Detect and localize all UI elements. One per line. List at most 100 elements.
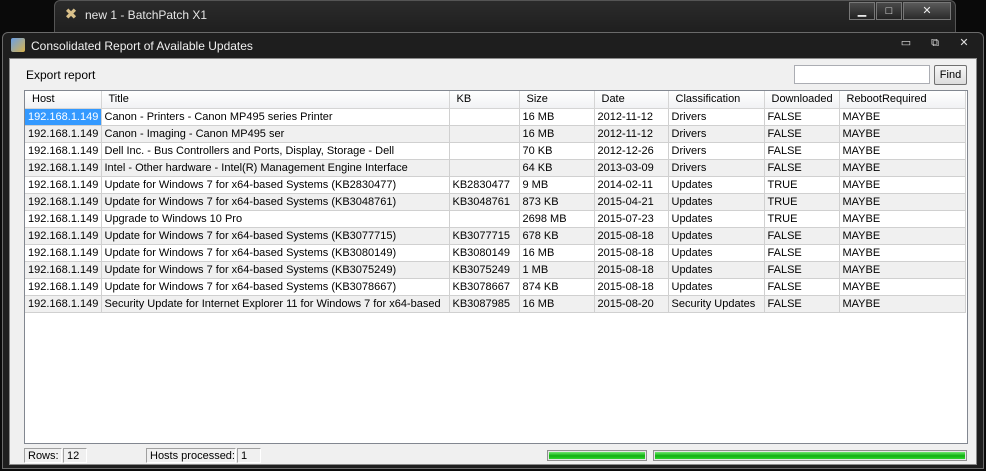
cell-downloaded[interactable]: FALSE [764, 278, 840, 296]
titlebar[interactable]: Consolidated Report of Available Updates… [3, 33, 983, 57]
cell-reboot-required[interactable]: MAYBE [839, 108, 966, 126]
cell-title[interactable]: Intel - Other hardware - Intel(R) Manage… [101, 159, 450, 177]
cell-host[interactable]: 192.168.1.149 [25, 125, 102, 143]
column-header-kb[interactable]: KB [449, 91, 520, 109]
cell-size[interactable]: 9 MB [519, 176, 595, 194]
maximize-icon[interactable]: □ [876, 2, 902, 20]
cell-host[interactable]: 192.168.1.149 [25, 142, 102, 160]
table-row[interactable]: 192.168.1.149 Update for Windows 7 for x6… [25, 176, 966, 194]
cell-date[interactable]: 2014-02-11 [594, 176, 669, 194]
cell-reboot-required[interactable]: MAYBE [839, 159, 966, 177]
cell-kb[interactable]: KB3075249 [449, 261, 520, 279]
cell-size[interactable]: 16 MB [519, 244, 595, 262]
table-row[interactable]: 192.168.1.149 Update for Windows 7 for x6… [25, 244, 966, 262]
cell-title[interactable]: Update for Windows 7 for x64-based Syste… [101, 244, 450, 262]
minimize-icon[interactable]: ▁ [849, 2, 875, 20]
cell-downloaded[interactable]: TRUE [764, 210, 840, 228]
cell-title[interactable]: Update for Windows 7 for x64-based Syste… [101, 193, 450, 211]
cell-title[interactable]: Update for Windows 7 for x64-based Syste… [101, 176, 450, 194]
cell-date[interactable]: 2012-11-12 [594, 108, 669, 126]
cell-kb[interactable]: KB3080149 [449, 244, 520, 262]
column-header-reboot-required[interactable]: RebootRequired [839, 91, 966, 109]
cell-size[interactable]: 64 KB [519, 159, 595, 177]
cell-host[interactable]: 192.168.1.149 [25, 108, 102, 126]
cell-classification[interactable]: Updates [668, 227, 765, 245]
cell-host[interactable]: 192.168.1.149 [25, 295, 102, 313]
cell-size[interactable]: 678 KB [519, 227, 595, 245]
cell-title[interactable]: Canon - Imaging - Canon MP495 ser [101, 125, 450, 143]
cell-classification[interactable]: Updates [668, 244, 765, 262]
cell-downloaded[interactable]: FALSE [764, 261, 840, 279]
cell-classification[interactable]: Updates [668, 210, 765, 228]
column-header-size[interactable]: Size [519, 91, 595, 109]
cell-date[interactable]: 2015-08-18 [594, 244, 669, 262]
table-row[interactable]: 192.168.1.149 Update for Windows 7 for x6… [25, 227, 966, 245]
cell-downloaded[interactable]: FALSE [764, 295, 840, 313]
cell-kb[interactable]: KB3078667 [449, 278, 520, 296]
minimize-icon[interactable]: ▭ [893, 35, 919, 52]
cell-downloaded[interactable]: FALSE [764, 244, 840, 262]
restore-icon[interactable]: ⧉ [922, 35, 948, 52]
cell-title[interactable]: Update for Windows 7 for x64-based Syste… [101, 261, 450, 279]
cell-title[interactable]: Canon - Printers - Canon MP495 series Pr… [101, 108, 450, 126]
cell-host[interactable]: 192.168.1.149 [25, 278, 102, 296]
cell-host[interactable]: 192.168.1.149 [25, 227, 102, 245]
column-header-host[interactable]: Host [25, 91, 102, 109]
cell-date[interactable]: 2013-03-09 [594, 159, 669, 177]
cell-reboot-required[interactable]: MAYBE [839, 261, 966, 279]
cell-kb[interactable]: KB3077715 [449, 227, 520, 245]
find-button[interactable]: Find [934, 65, 967, 85]
cell-reboot-required[interactable]: MAYBE [839, 244, 966, 262]
table-row[interactable]: 192.168.1.149 Update for Windows 7 for x6… [25, 261, 966, 279]
cell-kb[interactable]: KB2830477 [449, 176, 520, 194]
cell-downloaded[interactable]: FALSE [764, 227, 840, 245]
search-input[interactable] [794, 65, 930, 84]
cell-size[interactable]: 2698 MB [519, 210, 595, 228]
export-report-menu[interactable]: Export report [26, 68, 95, 82]
cell-size[interactable]: 70 KB [519, 142, 595, 160]
column-header-date[interactable]: Date [594, 91, 669, 109]
cell-reboot-required[interactable]: MAYBE [839, 125, 966, 143]
cell-size[interactable]: 873 KB [519, 193, 595, 211]
cell-title[interactable]: Update for Windows 7 for x64-based Syste… [101, 227, 450, 245]
cell-reboot-required[interactable]: MAYBE [839, 193, 966, 211]
cell-classification[interactable]: Drivers [668, 108, 765, 126]
cell-reboot-required[interactable]: MAYBE [839, 295, 966, 313]
table-row[interactable]: 192.168.1.149 Dell Inc. - Bus Controllers… [25, 142, 966, 160]
cell-host[interactable]: 192.168.1.149 [25, 261, 102, 279]
cell-reboot-required[interactable]: MAYBE [839, 142, 966, 160]
cell-downloaded[interactable]: FALSE [764, 108, 840, 126]
cell-kb[interactable] [449, 125, 520, 143]
column-header-classification[interactable]: Classification [668, 91, 765, 109]
cell-size[interactable]: 874 KB [519, 278, 595, 296]
cell-kb[interactable]: KB3048761 [449, 193, 520, 211]
cell-size[interactable]: 1 MB [519, 261, 595, 279]
cell-downloaded[interactable]: FALSE [764, 142, 840, 160]
cell-host[interactable]: 192.168.1.149 [25, 193, 102, 211]
cell-kb[interactable] [449, 142, 520, 160]
cell-reboot-required[interactable]: MAYBE [839, 210, 966, 228]
cell-reboot-required[interactable]: MAYBE [839, 176, 966, 194]
cell-size[interactable]: 16 MB [519, 125, 595, 143]
cell-reboot-required[interactable]: MAYBE [839, 278, 966, 296]
cell-date[interactable]: 2015-08-18 [594, 261, 669, 279]
cell-kb[interactable] [449, 159, 520, 177]
cell-host[interactable]: 192.168.1.149 [25, 244, 102, 262]
cell-downloaded[interactable]: FALSE [764, 125, 840, 143]
cell-host[interactable]: 192.168.1.149 [25, 210, 102, 228]
cell-title[interactable]: Update for Windows 7 for x64-based Syste… [101, 278, 450, 296]
cell-downloaded[interactable]: TRUE [764, 193, 840, 211]
cell-classification[interactable]: Updates [668, 176, 765, 194]
close-icon[interactable]: ✕ [951, 35, 977, 52]
cell-date[interactable]: 2015-08-20 [594, 295, 669, 313]
updates-grid[interactable]: Host Title KB Size Date Classification Downloa… [24, 90, 968, 444]
cell-date[interactable]: 2015-08-18 [594, 227, 669, 245]
table-row[interactable]: 192.168.1.149 Upgrade to Windows 10 Pro 26… [25, 210, 966, 228]
cell-kb[interactable] [449, 108, 520, 126]
column-header-title[interactable]: Title [101, 91, 450, 109]
table-row[interactable]: 192.168.1.149 Canon - Imaging - Canon MP4… [25, 125, 966, 143]
cell-downloaded[interactable]: FALSE [764, 159, 840, 177]
table-row[interactable]: 192.168.1.149 Update for Windows 7 for x6… [25, 193, 966, 211]
cell-date[interactable]: 2015-07-23 [594, 210, 669, 228]
cell-size[interactable]: 16 MB [519, 295, 595, 313]
